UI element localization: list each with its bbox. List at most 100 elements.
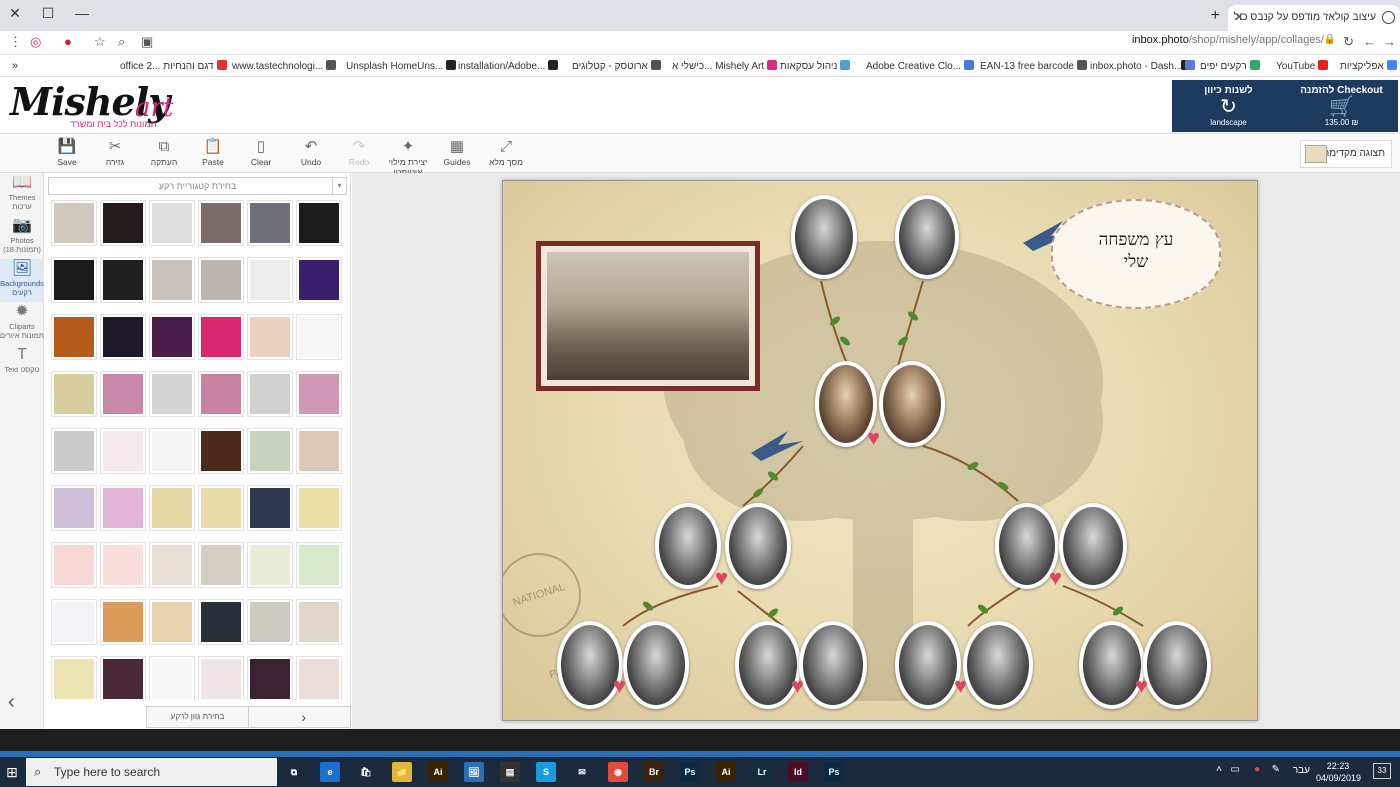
background-swatch[interactable] — [247, 257, 293, 303]
background-swatch[interactable] — [247, 656, 293, 700]
background-swatch[interactable] — [100, 599, 146, 645]
browser-tab[interactable]: ✕ עיצוב קולאז' מודפס על קנבס כול — [1228, 5, 1400, 31]
background-swatch[interactable] — [51, 371, 97, 417]
bookmark-item[interactable]: כישלי א... Mishely Art — [672, 60, 778, 72]
next-page-icon[interactable]: › — [301, 707, 306, 727]
store-icon[interactable]: 🛍 — [356, 762, 376, 782]
background-swatch[interactable] — [198, 314, 244, 360]
clock[interactable]: 22:23 04/09/2019 — [1316, 760, 1361, 784]
nav-item-book[interactable]: 📖 Themes ערכות — [0, 173, 44, 216]
network-icon[interactable]: ▭ — [1231, 764, 1240, 775]
collapse-panel-icon[interactable]: ‹ — [8, 691, 15, 714]
photoshop-icon[interactable]: Ps — [680, 762, 700, 782]
portrait-photo[interactable] — [879, 361, 945, 447]
forward-arrow-icon[interactable]: → — [1383, 34, 1396, 49]
background-swatch[interactable] — [100, 428, 146, 474]
background-swatch[interactable] — [296, 428, 342, 474]
bookmark-item[interactable]: www.tastechnologi... — [232, 60, 337, 72]
bookmark-item[interactable]: רקעים יפים — [1200, 60, 1260, 72]
close-window-icon[interactable]: ✕ — [0, 2, 30, 24]
clear-button[interactable]: ▯ Clear — [238, 137, 284, 167]
checkout-button[interactable]: להזמנה Checkout 🛒 135.00 ₪ — [1285, 80, 1398, 132]
category-select[interactable]: בחירת קטגוריית רקע ▾ — [48, 177, 347, 195]
background-swatch[interactable] — [51, 485, 97, 531]
nav-item-text[interactable]: T Text טקסט — [0, 345, 44, 388]
background-swatch[interactable] — [51, 314, 97, 360]
choose-color-button[interactable]: בחירת גוון לרקע — [147, 707, 249, 727]
calculator-icon[interactable]: ▤ — [500, 762, 520, 782]
background-swatch[interactable] — [247, 371, 293, 417]
portrait-photo[interactable] — [791, 195, 857, 279]
background-swatch[interactable] — [149, 428, 195, 474]
save-button[interactable]: 💾 Save — [44, 137, 90, 167]
star-icon[interactable]: ☆ — [94, 34, 106, 50]
portrait-photo[interactable] — [799, 621, 867, 709]
bookmark-item[interactable]: Adobe Creative Clo... — [866, 60, 975, 72]
portrait-photo[interactable] — [655, 503, 721, 589]
portrait-photo[interactable] — [725, 503, 791, 589]
bookmarks-overflow-icon[interactable]: » — [12, 60, 18, 72]
minimize-window-icon[interactable]: — — [67, 2, 97, 24]
mail-icon[interactable]: ✉ — [572, 762, 592, 782]
url-field[interactable]: inbox.photo/shop/mishely/app/collages/ — [1132, 34, 1324, 46]
skype-icon[interactable]: S — [536, 762, 556, 782]
mishely-art-logo[interactable]: Mishely art תמונות לכל בית ומשרד — [10, 79, 185, 129]
paste-button[interactable]: 📋 Paste — [190, 137, 236, 167]
background-swatch[interactable] — [100, 314, 146, 360]
background-swatch[interactable] — [247, 542, 293, 588]
menu-dots-icon[interactable]: ⋮ — [9, 34, 22, 50]
pen-icon[interactable]: ✎ — [1272, 764, 1280, 775]
background-swatch[interactable] — [149, 599, 195, 645]
notifications-button[interactable]: 33 — [1373, 763, 1391, 779]
folder-icon[interactable]: 📁 — [392, 762, 412, 782]
portrait-photo[interactable] — [623, 621, 689, 709]
background-swatch[interactable] — [247, 314, 293, 360]
family-photo-frame[interactable] — [536, 241, 760, 391]
background-swatch[interactable] — [247, 200, 293, 246]
bookmark-item[interactable]: ארוטסק - קטלוגים — [572, 60, 661, 72]
bookmark-item[interactable]: אפליקציות — [1340, 60, 1397, 72]
reload-icon[interactable]: ↻ — [1343, 34, 1354, 50]
photos-icon[interactable]: 🖼 — [464, 762, 484, 782]
task-view-icon[interactable]: ⧉ — [284, 762, 304, 782]
background-swatch[interactable] — [296, 257, 342, 303]
maximize-window-icon[interactable]: ☐ — [33, 2, 63, 24]
background-swatch[interactable] — [149, 257, 195, 303]
extension-icon[interactable]: ◎ — [30, 34, 41, 50]
background-swatch[interactable] — [51, 542, 97, 588]
nav-item-image[interactable]: 🖼 Backgrounds רקעים — [0, 259, 44, 302]
close-tab-icon[interactable]: ✕ — [1234, 5, 1244, 29]
bookmark-item[interactable]: office 2... דגם והנחיות — [120, 60, 227, 72]
background-swatch[interactable] — [198, 485, 244, 531]
bookmark-item[interactable]: YouTube — [1276, 60, 1329, 72]
bookmark-item[interactable]: EAN-13 free barcode — [980, 60, 1087, 72]
opera-icon[interactable]: ● — [64, 34, 72, 49]
cast-icon[interactable]: ▣ — [141, 34, 153, 50]
background-swatch[interactable] — [198, 599, 244, 645]
nav-item-camera[interactable]: 📷 Photos (תמונות 18) — [0, 216, 44, 259]
background-swatch[interactable] — [149, 485, 195, 531]
chrome-icon[interactable]: ◉ — [608, 762, 628, 782]
background-swatch[interactable] — [198, 656, 244, 700]
background-swatch[interactable] — [247, 485, 293, 531]
edge-icon[interactable]: e — [320, 762, 340, 782]
chevron-up-icon[interactable]: ˄ — [1216, 764, 1222, 775]
bookmark-item[interactable]: inbox.photo - Dash... — [1090, 60, 1196, 72]
portrait-photo[interactable] — [1059, 503, 1127, 589]
bookmark-item[interactable]: ניהול עסקאות — [780, 60, 851, 72]
background-swatch[interactable] — [100, 257, 146, 303]
background-swatch[interactable] — [296, 599, 342, 645]
background-swatch[interactable] — [51, 257, 97, 303]
zoom-icon[interactable]: ⌕ — [118, 34, 125, 50]
background-swatch[interactable] — [149, 542, 195, 588]
bookmark-item[interactable]: Unsplash HomeUns... — [346, 60, 457, 72]
illustrator-icon[interactable]: Ai — [428, 762, 448, 782]
background-swatch[interactable] — [296, 542, 342, 588]
background-swatch[interactable] — [296, 371, 342, 417]
background-swatch[interactable] — [100, 485, 146, 531]
portrait-photo[interactable] — [895, 621, 961, 709]
background-swatch[interactable] — [51, 656, 97, 700]
back-arrow-icon[interactable]: ← — [1363, 34, 1376, 49]
title-label[interactable]: עץ משפחה שלי — [1051, 199, 1221, 309]
bookmark-item[interactable]: installation/Adobe... — [458, 60, 559, 72]
